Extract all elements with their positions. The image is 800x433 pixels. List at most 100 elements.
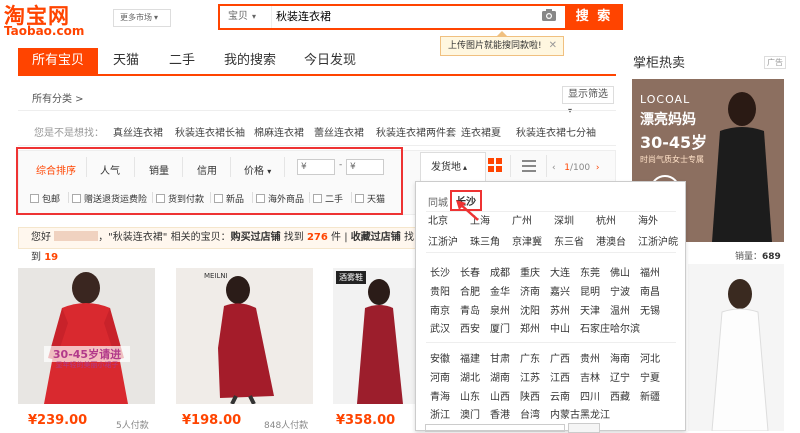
search-input[interactable]: 秋装连衣裙 [276, 6, 331, 28]
confirm-button[interactable] [568, 423, 600, 433]
city-option[interactable]: 泉州 [490, 302, 510, 317]
suggestion-link[interactable]: 秋装连衣裙长袖 [175, 124, 245, 139]
suggestion-link[interactable]: 秋装连衣裙七分袖 [516, 124, 596, 139]
city-option[interactable]: 湖南 [490, 369, 510, 384]
city-option[interactable]: 京津冀 [512, 233, 542, 248]
city-option[interactable]: 东三省 [554, 233, 584, 248]
city-option[interactable]: 内蒙古 [550, 406, 580, 421]
suggestion-link[interactable]: 连衣裙夏 [461, 124, 501, 139]
city-option[interactable]: 四川 [580, 388, 600, 403]
city-option[interactable]: 青海 [430, 388, 450, 403]
city-option[interactable]: 郑州 [520, 320, 540, 335]
city-option[interactable]: 嘉兴 [550, 283, 570, 298]
city-option[interactable]: 新疆 [640, 388, 660, 403]
city-option[interactable]: 海外 [638, 212, 658, 227]
city-option[interactable]: 长春 [460, 264, 480, 279]
city-option[interactable]: 陕西 [520, 388, 540, 403]
city-option[interactable]: 江苏 [520, 369, 540, 384]
city-option[interactable]: 湖北 [460, 369, 480, 384]
city-option[interactable]: 贵阳 [430, 283, 450, 298]
city-option[interactable]: 海南 [610, 350, 630, 365]
city-option[interactable]: 济南 [520, 283, 540, 298]
suggestion-link[interactable]: 蕾丝连衣裙 [314, 124, 364, 139]
city-option[interactable]: 南京 [430, 302, 450, 317]
city-option[interactable]: 浙江 [430, 406, 450, 421]
city-option[interactable]: 东莞 [580, 264, 600, 279]
city-option[interactable]: 深圳 [554, 212, 574, 227]
city-option[interactable]: 广州 [512, 212, 532, 227]
city-option[interactable]: 江浙沪 [428, 233, 458, 248]
side-ad-image-2[interactable] [688, 264, 784, 431]
chevron-left-icon[interactable]: ‹ [552, 163, 556, 173]
city-option[interactable]: 重庆 [520, 264, 540, 279]
tab-secondhand[interactable]: 二手 [154, 48, 210, 74]
show-filter-button[interactable]: 显示筛选 ▾ [562, 86, 614, 115]
tab-my-search[interactable]: 我的搜索 [210, 48, 290, 74]
city-option[interactable]: 中山 [550, 320, 570, 335]
camera-icon[interactable] [542, 9, 556, 24]
city-option[interactable]: 无锡 [640, 302, 660, 317]
city-option[interactable]: 台湾 [520, 406, 540, 421]
tab-tmall[interactable]: 天猫 [98, 48, 154, 74]
city-option[interactable]: 杭州 [596, 212, 616, 227]
city-option[interactable]: 成都 [490, 264, 510, 279]
city-option[interactable]: 广西 [550, 350, 570, 365]
city-option[interactable]: 西藏 [610, 388, 630, 403]
city-option[interactable]: 辽宁 [610, 369, 630, 384]
tab-all-items[interactable]: 所有宝贝 [18, 48, 98, 74]
city-option[interactable]: 佛山 [610, 264, 630, 279]
city-option[interactable]: 温州 [610, 302, 630, 317]
city-option[interactable]: 宁波 [610, 283, 630, 298]
city-option[interactable]: 澳门 [460, 406, 480, 421]
city-option[interactable]: 厦门 [490, 320, 510, 335]
city-option[interactable]: 宁夏 [640, 369, 660, 384]
city-option[interactable]: 江浙沪皖 [638, 233, 678, 248]
hint-fav-link[interactable]: 收藏过店铺 [351, 232, 401, 243]
search-category-select[interactable]: 宝贝 ▾ [220, 6, 272, 28]
city-option[interactable]: 云南 [550, 388, 570, 403]
city-option[interactable]: 珠三角 [470, 233, 500, 248]
logo-en[interactable]: Taobao.com [4, 24, 84, 38]
city-option[interactable]: 河南 [430, 369, 450, 384]
city-option[interactable]: 山西 [490, 388, 510, 403]
hint-buy-link[interactable]: 购买过店铺 [231, 232, 281, 243]
city-option[interactable]: 港澳台 [596, 233, 626, 248]
city-option[interactable]: 河北 [640, 350, 660, 365]
city-option[interactable]: 贵州 [580, 350, 600, 365]
product-image[interactable]: 酒雾鞋 [333, 268, 415, 404]
suggestion-link[interactable]: 秋装连衣裙两件套 [376, 124, 456, 139]
suggestion-link[interactable]: 棉麻连衣裙 [254, 124, 304, 139]
city-option[interactable]: 武汉 [430, 320, 450, 335]
city-option[interactable]: 山东 [460, 388, 480, 403]
city-option[interactable]: 福建 [460, 350, 480, 365]
all-categories-link[interactable]: 所有分类 > [32, 90, 84, 105]
city-option[interactable]: 石家庄 [580, 320, 610, 335]
product-image[interactable]: 30-45岁请进 显年轻的美丽小裙子 [18, 268, 155, 404]
more-market-dropdown[interactable]: 更多市场 ▾ [113, 9, 171, 27]
city-option[interactable]: 合肥 [460, 283, 480, 298]
city-option[interactable]: 南昌 [640, 283, 660, 298]
city-option[interactable]: 苏州 [550, 302, 570, 317]
product-image[interactable]: MEILNI [176, 268, 313, 404]
city-option[interactable]: 甘肃 [490, 350, 510, 365]
city-option[interactable]: 长沙 [430, 264, 450, 279]
city-option[interactable]: 黑龙江 [580, 406, 610, 421]
city-option[interactable]: 沈阳 [520, 302, 540, 317]
city-option[interactable]: 广东 [520, 350, 540, 365]
city-option[interactable]: 江西 [550, 369, 570, 384]
city-option[interactable]: 西安 [460, 320, 480, 335]
city-option[interactable]: 安徽 [430, 350, 450, 365]
city-option[interactable]: 昆明 [580, 283, 600, 298]
list-view-icon[interactable] [522, 160, 536, 173]
city-option[interactable]: 天津 [580, 302, 600, 317]
suggestion-link[interactable]: 真丝连衣裙 [113, 124, 163, 139]
chevron-right-icon[interactable]: › [596, 163, 600, 173]
city-option[interactable]: 哈尔滨 [610, 320, 640, 335]
city-option[interactable]: 福州 [640, 264, 660, 279]
origin-filter-button[interactable]: 发货地 ▴ [420, 152, 486, 182]
city-option[interactable]: 大连 [550, 264, 570, 279]
tab-today-discover[interactable]: 今日发现 [290, 48, 370, 74]
city-option[interactable]: 北京 [428, 212, 448, 227]
city-option[interactable]: 香港 [490, 406, 510, 421]
city-option[interactable]: 吉林 [580, 369, 600, 384]
